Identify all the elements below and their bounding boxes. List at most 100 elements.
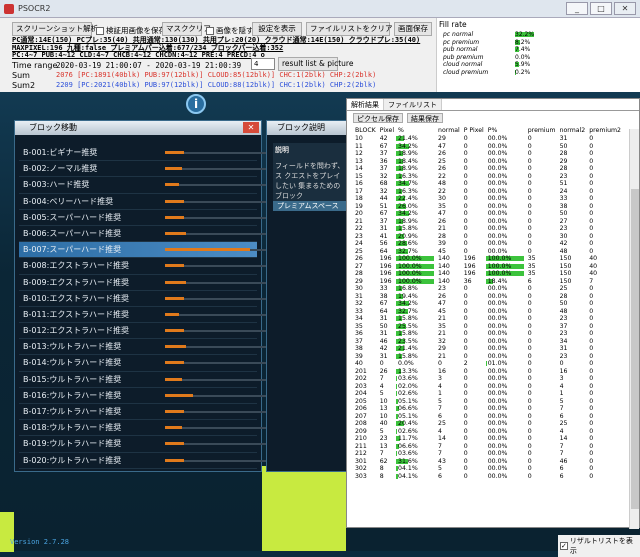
percent-value: 100.0% <box>398 278 422 285</box>
table-cell: 22 <box>436 173 462 181</box>
save-result-button[interactable]: 結果保存 <box>407 113 443 123</box>
table-row: 204502.6%1000.0%010 <box>353 390 623 398</box>
table-cell: 7 <box>378 450 396 458</box>
block-item[interactable]: B-003:ハード推奨 <box>19 177 257 193</box>
percent-cell: 00.0% <box>486 428 526 436</box>
table-cell: 0 <box>587 135 623 143</box>
block-item[interactable]: B-010:エクストラハード推奨 <box>19 291 257 307</box>
block-item[interactable]: B-018:ウルトラハード推奨 <box>19 420 257 436</box>
percent-cell: 25.5% <box>396 323 436 331</box>
table-cell: 32 <box>353 300 378 308</box>
table-cell: 0 <box>462 203 486 211</box>
percent-value: 00.0% <box>488 158 508 165</box>
table-cell: 26 <box>436 218 462 226</box>
block-fill-bar <box>165 329 184 332</box>
percent-cell: 01.0% <box>486 360 526 368</box>
block-item[interactable]: B-005:スーパーハード推奨 <box>19 210 257 226</box>
table-cell: 0 <box>587 413 623 421</box>
table-cell: 8 <box>378 473 396 481</box>
table-cell: 22 <box>353 225 378 233</box>
percent-value: 00.0% <box>488 450 508 457</box>
table-cell: 0 <box>587 353 623 361</box>
clear-filelist-button[interactable]: ファイルリストをクリア <box>306 22 390 36</box>
table-cell: 0 <box>526 173 558 181</box>
maximize-button[interactable]: □ <box>590 2 612 15</box>
close-icon[interactable]: ✕ <box>243 122 259 133</box>
show-results-checkbox[interactable]: ✓リザルトリストを表示 <box>558 535 640 557</box>
block-item[interactable]: B-019:ウルトラハード推奨 <box>19 436 257 452</box>
table-cell: 20 <box>353 210 378 218</box>
block-item[interactable]: B-016:ウルトラハード推奨 <box>19 388 257 404</box>
percent-value: 00.0% <box>488 345 508 352</box>
tab-results[interactable]: 解析結果 <box>347 99 384 110</box>
show-settings-button[interactable]: 設定を表示 <box>252 22 302 36</box>
block-item[interactable]: B-012:エクストラハード推奨 <box>19 323 257 339</box>
close-button[interactable]: ✕ <box>614 2 636 15</box>
table-cell: 48 <box>436 180 462 188</box>
table-cell: 8 <box>378 465 396 473</box>
percent-value: 02.6% <box>398 390 418 397</box>
block-item[interactable]: B-001:ビギナー推奨 <box>19 145 257 161</box>
table-cell: 0 <box>526 315 558 323</box>
percent-value: 00.0% <box>488 368 508 375</box>
table-cell: 0 <box>462 308 486 316</box>
table-row: 27196100.0%140196100.0%3515040 <box>353 263 623 271</box>
table-cell: 0 <box>587 315 623 323</box>
column-header: premium2 <box>587 125 623 135</box>
table-cell: 29 <box>436 135 462 143</box>
block-item[interactable]: B-004:ベリーハード推奨 <box>19 194 257 210</box>
screenshot-analyze-button[interactable]: スクリーンショット解析 <box>12 22 92 36</box>
percent-cell: 28.6% <box>396 240 436 248</box>
table-cell: 0 <box>462 233 486 241</box>
save-screen-button[interactable]: 画面保存 <box>394 22 432 36</box>
table-cell: 28 <box>558 150 588 158</box>
block-fill-track <box>165 314 269 316</box>
block-fill-bar <box>165 200 184 203</box>
block-item[interactable]: B-007:スーパーハード推奨 <box>19 242 257 258</box>
block-item[interactable]: B-020:ウルトラハード推奨 <box>19 453 257 469</box>
fill-rate-row: pub normal7.4% <box>443 46 640 54</box>
minimize-button[interactable]: _ <box>566 2 588 15</box>
percent-cell: 100.0% <box>396 263 436 271</box>
block-fill-bar <box>165 313 179 316</box>
block-item[interactable]: B-015:ウルトラハード推奨 <box>19 372 257 388</box>
tab-filelist[interactable]: ファイルリスト <box>384 99 442 110</box>
block-item[interactable]: B-008:エクストラハード推奨 <box>19 258 257 274</box>
percent-cell: 100.0% <box>486 270 526 278</box>
block-item[interactable]: B-006:スーパーハード推奨 <box>19 226 257 242</box>
table-row: 2084020.4%25000.0%0250 <box>353 420 623 428</box>
count-input[interactable]: 4 <box>251 58 275 70</box>
percent-value: 34.2% <box>398 143 418 150</box>
percent-cell: 15.8% <box>396 353 436 361</box>
fill-rate-row: cloud normal5.9% <box>443 61 640 69</box>
percent-cell: 34.2% <box>396 300 436 308</box>
table-cell: 7 <box>558 443 588 451</box>
table-cell: 38 <box>353 345 378 353</box>
table-cell: 40 <box>587 270 623 278</box>
table-cell: 0 <box>526 240 558 248</box>
result-list-button[interactable]: result list & picture <box>278 57 338 71</box>
block-item[interactable]: B-014:ウルトラハード推奨 <box>19 355 257 371</box>
percent-cell: 03.6% <box>396 450 436 458</box>
table-cell: 0 <box>462 413 486 421</box>
results-scrollbar[interactable] <box>629 129 639 529</box>
save-pixel-button[interactable]: ピクセル保存 <box>353 113 403 123</box>
block-item[interactable]: B-013:ウルトラハード推奨 <box>19 339 257 355</box>
block-item[interactable]: B-011:エクストラハード推奨 <box>19 307 257 323</box>
block-item-label: B-017:ウルトラハード推奨 <box>23 407 121 416</box>
percent-cell: 00.0% <box>486 180 526 188</box>
block-item[interactable]: B-009:エクストラハード推奨 <box>19 275 257 291</box>
mask-clear-button[interactable]: マスククリア <box>162 22 202 36</box>
table-cell: 0 <box>526 338 558 346</box>
table-row: 374623.5%32000.0%0340 <box>353 338 623 346</box>
table-cell: 0 <box>526 360 558 368</box>
table-cell: 38 <box>378 293 396 301</box>
fill-rate-value: 0.2% <box>515 69 530 76</box>
table-cell: 0 <box>462 465 486 473</box>
table-cell: 7 <box>558 405 588 413</box>
block-item[interactable]: B-017:ウルトラハード推奨 <box>19 404 257 420</box>
scrollbar-thumb[interactable] <box>631 189 639 509</box>
block-item[interactable]: B-002:ノーマル推奨 <box>19 161 257 177</box>
table-cell: 0 <box>587 173 623 181</box>
percent-cell: 16.3% <box>396 173 436 181</box>
